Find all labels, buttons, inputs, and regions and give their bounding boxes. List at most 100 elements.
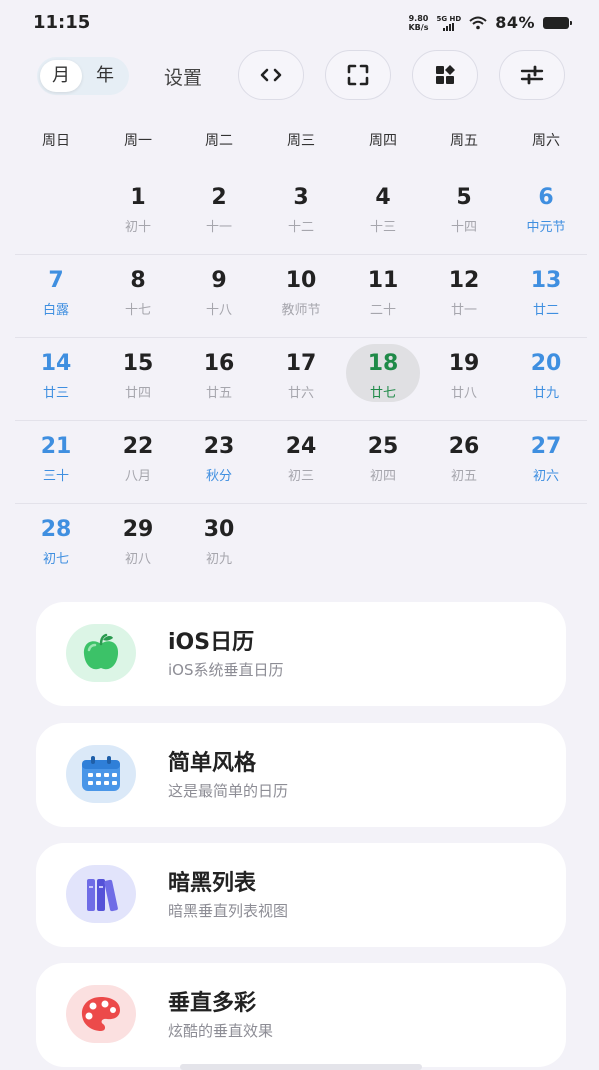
card-title: 简单风格 <box>168 751 257 776</box>
calendar-day[interactable]: 9 十八 <box>178 255 260 338</box>
weekday-label: 周日 <box>42 133 70 149</box>
calendar-day[interactable]: 3 十二 <box>260 172 342 255</box>
lunar-date: 十一 <box>205 220 232 235</box>
year-view-button[interactable]: 年 <box>84 60 126 92</box>
calendar-day[interactable]: 11 二十 <box>342 255 424 338</box>
battery-icon <box>543 16 572 29</box>
day-number: 10 <box>285 268 317 293</box>
battery-percent: 84% <box>495 13 535 32</box>
lunar-date: 初十 <box>124 220 151 235</box>
day-number: 22 <box>122 434 154 459</box>
widgets-icon <box>436 65 455 84</box>
calendar-day[interactable]: 29 初八 <box>97 504 179 587</box>
lunar-date: 初三 <box>287 469 314 484</box>
fullscreen-icon <box>347 64 369 86</box>
calendar-day[interactable]: 7 白露 <box>15 255 97 338</box>
calendar-day[interactable]: 24 初三 <box>260 421 342 504</box>
card-subtitle: 炫酷的垂直效果 <box>168 1022 274 1040</box>
lunar-date: 廿九 <box>532 386 559 401</box>
calendar-day[interactable]: 13 廿二 <box>505 255 587 338</box>
weekday-label: 周二 <box>205 133 233 149</box>
calendar-day[interactable]: 14 廿三 <box>15 338 97 421</box>
calendar-day[interactable]: 15 廿四 <box>97 338 179 421</box>
calendar-day[interactable]: 1 初十 <box>97 172 179 255</box>
month-calendar-grid: 1 初十 2 十一 3 十二 4 十三 5 十四 6 中元节 7 白露 8 十七 9 十八 10 教师节 11 二十 12 廿… <box>15 172 587 587</box>
card-title: iOS日历 <box>168 630 255 655</box>
style-card-simple[interactable]: 简单风格 这是最简单的日历 <box>36 723 566 827</box>
lunar-date: 初九 <box>205 552 232 567</box>
calendar-day[interactable]: 27 初六 <box>505 421 587 504</box>
calendar-day[interactable]: 21 三十 <box>15 421 97 504</box>
network-speed-value: 9.80 <box>408 13 429 23</box>
code-button[interactable] <box>238 50 304 100</box>
home-indicator <box>180 1064 422 1070</box>
day-number: 17 <box>285 351 317 376</box>
day-number: 11 <box>367 268 399 293</box>
calendar-day[interactable]: 22 八月 <box>97 421 179 504</box>
lunar-date: 廿一 <box>450 303 477 318</box>
calendar-day[interactable]: 17 廿六 <box>260 338 342 421</box>
lunar-date: 初七 <box>42 552 69 567</box>
status-time: 11:15 <box>33 12 91 33</box>
style-card-colorful[interactable]: 垂直多彩 炫酷的垂直效果 <box>36 963 566 1067</box>
lunar-date: 廿二 <box>532 303 559 318</box>
day-number: 25 <box>367 434 399 459</box>
day-number: 9 <box>211 268 227 293</box>
lunar-date: 中元节 <box>526 220 566 235</box>
calendar-week-row: 1 初十 2 十一 3 十二 4 十三 5 十四 6 中元节 <box>15 172 587 255</box>
network-type: 5G HD <box>436 14 462 23</box>
lunar-date: 十三 <box>369 220 396 235</box>
style-card-dark-list[interactable]: 暗黑列表 暗黑垂直列表视图 <box>36 843 566 947</box>
sliders-icon <box>520 65 544 85</box>
day-number: 12 <box>448 268 480 293</box>
calendar-day[interactable]: 25 初四 <box>342 421 424 504</box>
status-bar: 11:15 9.80 KB/s 5G HD 84% <box>0 0 599 48</box>
day-number: 6 <box>538 185 554 210</box>
calendar-day[interactable]: 6 中元节 <box>505 172 587 255</box>
lunar-date: 初四 <box>369 469 396 484</box>
lunar-date: 十二 <box>287 220 314 235</box>
widgets-button[interactable] <box>412 50 478 100</box>
calendar-day[interactable]: 19 廿八 <box>423 338 505 421</box>
calendar-day[interactable]: 8 十七 <box>97 255 179 338</box>
fullscreen-button[interactable] <box>325 50 391 100</box>
filter-settings-button[interactable] <box>499 50 565 100</box>
toolbar: 月 年 设置 <box>0 48 599 106</box>
day-number: 2 <box>211 185 227 210</box>
calendar-day[interactable]: 28 初七 <box>15 504 97 587</box>
calendar-day[interactable]: 10 教师节 <box>260 255 342 338</box>
calendar-day[interactable]: 16 廿五 <box>178 338 260 421</box>
calendar-day[interactable]: 20 廿九 <box>505 338 587 421</box>
calendar-day[interactable]: 4 十三 <box>342 172 424 255</box>
settings-button[interactable]: 设置 <box>164 63 202 90</box>
day-number: 8 <box>130 268 146 293</box>
calendar-day[interactable]: 2 十一 <box>178 172 260 255</box>
card-subtitle: iOS系统垂直日历 <box>168 661 284 679</box>
lunar-date: 廿七 <box>369 386 396 401</box>
code-icon <box>260 68 282 82</box>
calendar-week-row: 14 廿三 15 廿四 16 廿五 17 廿六 18 廿七 19 廿八 20 廿九 <box>15 338 587 421</box>
card-subtitle: 暗黑垂直列表视图 <box>168 902 289 920</box>
calendar-day[interactable]: 30 初九 <box>178 504 260 587</box>
calendar-day[interactable]: 5 十四 <box>423 172 505 255</box>
calendar-day[interactable]: 23 秋分 <box>178 421 260 504</box>
day-number: 13 <box>530 268 562 293</box>
day-number: 16 <box>203 351 235 376</box>
day-number: 21 <box>40 434 72 459</box>
month-view-button[interactable]: 月 <box>40 60 82 92</box>
calendar-day[interactable]: 12 廿一 <box>423 255 505 338</box>
card-subtitle: 这是最简单的日历 <box>168 782 289 800</box>
day-number: 18 <box>367 351 399 376</box>
day-number: 30 <box>203 517 235 542</box>
calendar-week-row: 28 初七 29 初八 30 初九 <box>15 504 587 587</box>
calendar-day[interactable]: 26 初五 <box>423 421 505 504</box>
card-title: 暗黑列表 <box>168 871 257 896</box>
day-number: 14 <box>40 351 72 376</box>
style-card-ios[interactable]: iOS日历 iOS系统垂直日历 <box>36 602 566 706</box>
lunar-date: 十七 <box>124 303 151 318</box>
day-number: 23 <box>203 434 235 459</box>
calendar-day-today[interactable]: 18 廿七 <box>342 338 424 421</box>
lunar-date: 廿三 <box>42 386 69 401</box>
day-number: 4 <box>375 185 391 210</box>
day-number: 3 <box>293 185 309 210</box>
